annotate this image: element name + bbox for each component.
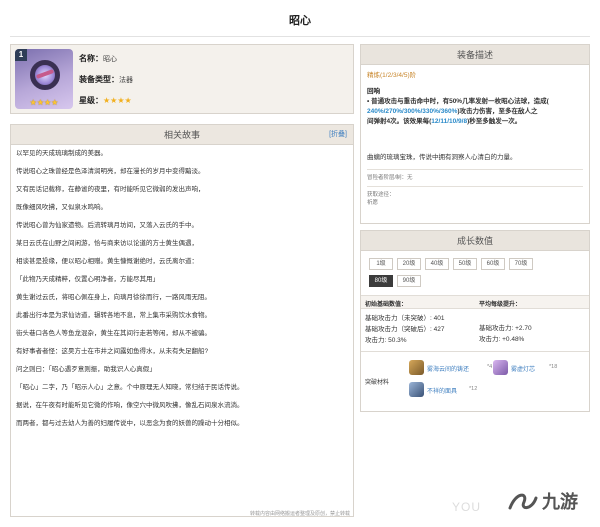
story-line: 有好事者者怪：这昊方士在市井之间露如鱼得水，从未有失足翻船? [16,348,209,355]
effect-text-2: )攻击力伤害，至多在敌人之 [457,108,538,115]
level-tab[interactable]: 20级 [397,258,421,270]
avg-stats-header: 平均每级提升： [479,302,522,308]
rank-badge: 1 [15,49,27,61]
material-item[interactable]: 雾海云间的铸还 *4 [409,360,499,376]
story-line: 又有民话记载称，在静谧的夜里，有时能听见它微弱的发出声响， [16,186,205,193]
star-value: ★★★★ [103,96,132,105]
story-title: 相关故事 [163,130,200,140]
story-line: 传说昭心之珠曾经是色泽清润明亮，却在漫长的岁月中变得黯淡。 [16,168,205,175]
story-line: 此番出行本是为求仙访道，辗转各地不息，常上集市采购饮水食物。 [16,312,211,319]
effect-line-2: 240%/270%/300%/330%/360%)攻击力伤害，至多在敌人之 [367,107,583,117]
material-name[interactable]: 雾海云间的铸还 [427,364,469,373]
base-stat-line: 基础攻击力（未突破）: 401 [365,315,445,322]
level-tabs-row-2: 80级 90级 [369,275,425,287]
story-line: 以罕见的天成琉璃制成的美器。 [16,150,107,157]
base-stat-line: 基础攻击力（突破后）: 427 [365,326,445,333]
name-value: 昭心 [103,56,117,63]
growth-title: 成长数值 [456,236,493,246]
effect-text-3a: 间弹射4次。该效果每( [367,118,432,125]
stat-header: 初始基础数值： 平均每级提升： [361,295,589,309]
weapon-card: 1 ★★★★ 名称：昭心 装备类型：法器 星级：★★★★ [10,44,354,114]
material-count: *4 [487,364,493,370]
type-key: 装备类型： [79,75,119,84]
fold-link[interactable]: [折叠] [329,125,347,145]
obtain-value: 祈愿 [367,200,379,206]
base-stat-line: 攻击力: 50.3% [365,337,407,344]
level-tab[interactable]: 50级 [453,258,477,270]
weapon-image: 1 ★★★★ [15,49,73,109]
material-count: *12 [469,386,478,392]
effect-line-1: • 普通攻击与重击命中时，有50%几率发射一枚昭心法球，造成( [367,97,583,107]
materials-label: 突破材料 [365,380,390,386]
story-header: 相关故事 [折叠] [11,125,353,145]
effect-line-3: 间弹射4次。该效果每(12/11/10/9/8)秒至多触发一次。 [367,117,583,127]
story-line: 问之则曰：「昭心遇歹意则振，助我识人心真假」 [16,366,156,373]
avg-stat-line: 基础攻击力: +2.70 [479,325,532,332]
story-line: 黄生谢过云氏，将昭心佩在身上，向璃月徐徐而行，一路风雨无阻。 [16,294,211,301]
story-line: 「昭心」二字，乃「昭示人心」之意。个中原理无人知晓，常归结于民话传说。 [16,384,244,391]
story-panel: 相关故事 [折叠] 以罕见的天成琉璃制成的美器。 传说昭心之珠曾经是色泽清润明亮… [10,124,354,517]
base-stats: 基础攻击力（未突破）: 401 基础攻击力（突破后）: 427 攻击力: 50.… [365,313,444,346]
mask-material-icon [409,382,424,397]
title-divider [10,36,590,37]
level-tab[interactable]: 60级 [481,258,505,270]
logo-text: 九游 [541,491,578,513]
equip-divider [367,169,583,170]
equip-panel: 装备描述 精炼(1/2/3/4/5)阶 回响 • 普通攻击与重击命中时，有50%… [360,44,590,224]
obtain-label: 获取途径： [367,192,395,198]
watermark-text: YOU [452,500,482,514]
avg-stat-line: 攻击力: +0.48% [479,336,525,343]
lamp-material-icon [493,360,508,375]
flavor-text: 曲螭的琉璃宝珠，传说中拥有洞察人心清白的力量。 [367,154,517,161]
source-label: 冒险者阶层/制：无 [367,175,413,181]
story-line: 「此物乃天成精粹，仅置心明净者，方能尽其用」 [16,276,159,283]
materials-area: 突破材料 雾海云间的铸还 *4 雾虚灯芯 *18 不祥的面具 *12 [361,351,589,411]
star-row: 星级：★★★★ [79,95,132,106]
star-key: 星级： [79,96,103,105]
story-line: 街头巷口各色人等鱼龙混杂，黄生在其间行走若等闲，却从不被骗。 [16,330,211,337]
growth-panel: 成长数值 1级 20级 40级 50级 60级 70级 80级 90级 初始基础数值： 平均… [360,230,590,412]
material-item[interactable]: 不祥的面具 *12 [409,382,499,398]
jiuyou-logo: 九游 [508,491,578,513]
name-row: 名称：昭心 [79,53,117,64]
base-stats-header: 初始基础数值： [365,302,408,308]
story-body: 以罕见的天成琉璃制成的美器。 传说昭心之珠曾经是色泽清润明亮，却在漫长的岁月中变… [11,145,353,441]
type-value: 法器 [119,77,133,84]
story-line: 而两者，都与过去幼人为善的妇履传说中，以恶念为食的妖兽的躁动十分相似。 [16,420,244,427]
rarity-stars-icon: ★★★★ [29,98,59,107]
cooldown-values: 12/11/10/9/8 [431,118,468,125]
story-line: 某日云氏在山野之间闲游，恰与商来访以论道的方士黄生偶遇， [16,240,198,247]
level-tab[interactable]: 1级 [369,258,393,270]
effect-text-3b: )秒至多触发一次。 [467,118,522,125]
damage-values: 240%/270%/300%/330%/360% [367,108,458,115]
material-item[interactable]: 雾虚灯芯 *18 [493,360,589,376]
effect-text-1: • 普通攻击与重击命中时，有50%几率发射一枚昭心法球，造成( [367,98,549,105]
level-tabs-row-1: 1级 20级 40级 50级 60级 70级 [369,258,537,270]
story-line: 传说昭心曾为仙家遗物。后流转璃月坊间，又落入云氏的手中。 [16,222,198,229]
equip-divider [367,186,583,187]
growth-header: 成长数值 [361,231,589,251]
avg-stats: 基础攻击力: +2.70 攻击力: +0.48% [479,323,532,345]
story-line: 既像细风吹拂，又似泉水鸣响。 [16,204,107,211]
level-tab[interactable]: 90级 [397,275,421,287]
scroll-material-icon [409,360,424,375]
equip-body: 精炼(1/2/3/4/5)阶 回响 • 普通攻击与重击命中时，有50%几率发射一… [361,65,589,211]
story-line: 相谈甚是投缘，便以昭心相赠。黄生慷慨谢绝时，云氏离尔道： [16,258,198,265]
level-tab[interactable]: 70级 [509,258,533,270]
type-row: 装备类型：法器 [79,74,133,85]
material-name[interactable]: 不祥的面具 [427,386,457,395]
level-tab-active[interactable]: 80级 [369,275,393,287]
story-line: 据说，在午夜有时能听见它微的作响，像空穴中微风吹拂，像乱石间泉水流淌。 [16,402,244,409]
material-count: *18 [549,364,558,370]
material-name[interactable]: 雾虚灯芯 [511,364,535,373]
name-key: 名称： [79,54,103,63]
page-title: 昭心 [289,15,311,27]
equip-title: 装备描述 [456,50,493,60]
equip-header: 装备描述 [361,45,589,65]
effect-name: 回响 [367,88,380,95]
refine-label: 精炼(1/2/3/4/5)阶 [367,72,417,79]
level-tab[interactable]: 40级 [425,258,449,270]
